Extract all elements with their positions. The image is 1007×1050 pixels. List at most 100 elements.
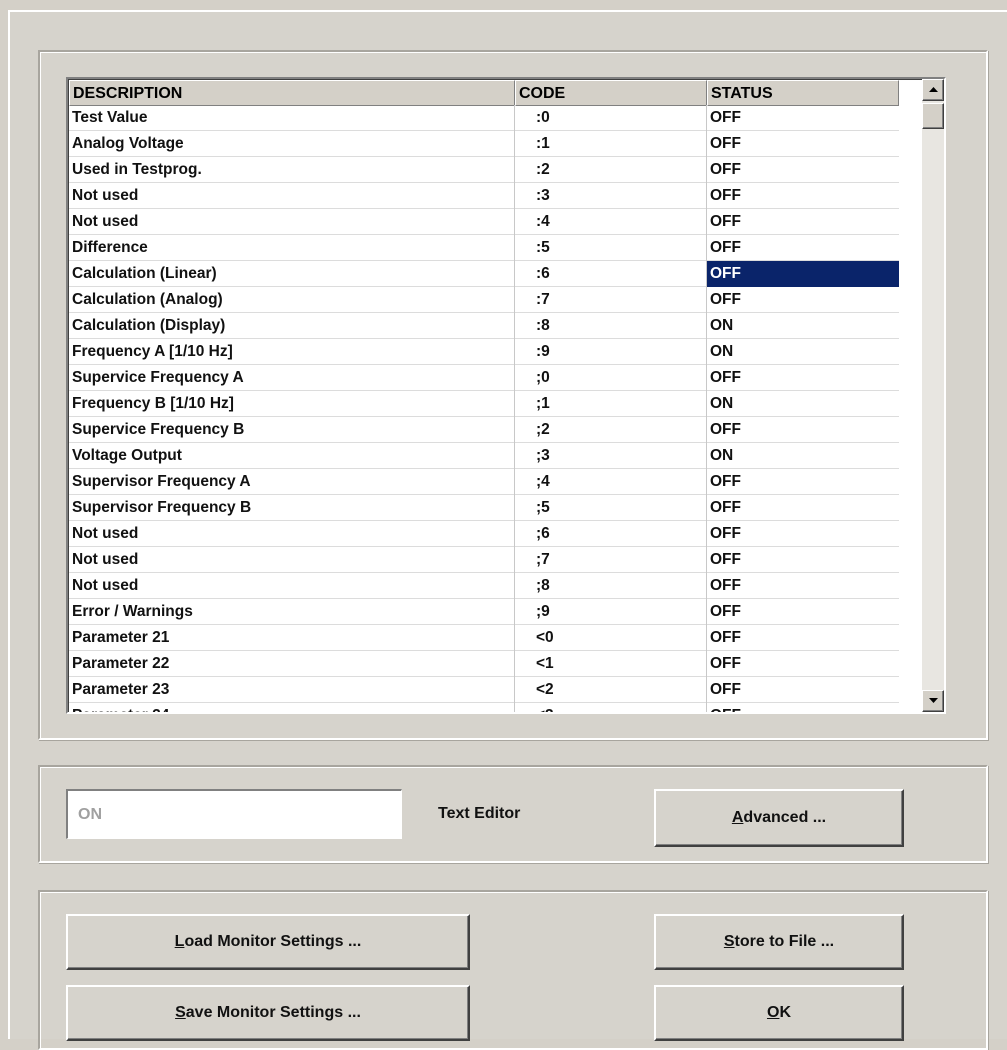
row-code-cell: <3 bbox=[515, 703, 707, 712]
list-row[interactable]: Parameter 23 <2 OFF bbox=[69, 677, 899, 703]
row-status-cell[interactable]: OFF bbox=[707, 547, 899, 573]
row-status-cell[interactable]: OFF bbox=[707, 417, 899, 443]
row-status-cell[interactable]: OFF bbox=[707, 495, 899, 521]
list-row[interactable]: Frequency B [1/10 Hz] ;1 ON bbox=[69, 391, 899, 417]
list-row[interactable]: Not used:3 OFF bbox=[69, 183, 899, 209]
row-status-cell[interactable]: OFF bbox=[707, 287, 899, 313]
column-header-description[interactable]: DESCRIPTION bbox=[69, 80, 515, 106]
save-monitor-settings-button[interactable]: Save Monitor Settings ... bbox=[66, 985, 470, 1041]
row-status-cell[interactable]: OFF bbox=[707, 521, 899, 547]
row-code-cell: <0 bbox=[515, 625, 707, 651]
row-status-cell[interactable]: OFF bbox=[707, 183, 899, 209]
list-row[interactable]: Not used ;8 OFF bbox=[69, 573, 899, 599]
row-status-cell[interactable]: OFF bbox=[707, 703, 899, 712]
row-description-cell: Error / Warnings bbox=[69, 599, 515, 625]
list-row[interactable]: Used in Testprog.:2 OFF bbox=[69, 157, 899, 183]
row-description-cell: Supervisor Frequency B bbox=[69, 495, 515, 521]
column-header-code[interactable]: CODE bbox=[515, 80, 707, 106]
row-description-cell: Test Value bbox=[69, 105, 515, 131]
row-code-cell: ;3 bbox=[515, 443, 707, 469]
list-row[interactable]: Not used ;6 OFF bbox=[69, 521, 899, 547]
row-status-cell[interactable]: OFF bbox=[707, 599, 899, 625]
row-code-cell: :4 bbox=[515, 209, 707, 235]
save-button-accel: S bbox=[175, 1004, 186, 1021]
list-row[interactable]: Error / Warnings ;9 OFF bbox=[69, 599, 899, 625]
list-row[interactable]: Supervisor Frequency B ;5 OFF bbox=[69, 495, 899, 521]
list-row[interactable]: Calculation (Display):8 ON bbox=[69, 313, 899, 339]
row-status-cell[interactable]: ON bbox=[707, 391, 899, 417]
row-description-cell: Analog Voltage bbox=[69, 131, 515, 157]
list-row[interactable]: Parameter 24<3OFF bbox=[69, 703, 899, 712]
scroll-up-arrow-icon bbox=[929, 87, 938, 92]
row-status-cell[interactable]: ON bbox=[707, 339, 899, 365]
row-code-cell: :0 bbox=[515, 105, 707, 131]
row-status-cell[interactable]: OFF bbox=[707, 261, 899, 287]
row-description-cell: Parameter 23 bbox=[69, 677, 515, 703]
row-code-cell: ;5 bbox=[515, 495, 707, 521]
row-code-cell: ;7 bbox=[515, 547, 707, 573]
list-row[interactable]: Test Value:0 OFF bbox=[69, 105, 899, 131]
row-description-cell: Difference bbox=[69, 235, 515, 261]
advanced-button-accel: A bbox=[731, 809, 744, 826]
ok-button[interactable]: OK bbox=[654, 985, 904, 1041]
list-row[interactable]: Difference:5 OFF bbox=[69, 235, 899, 261]
column-header-status[interactable]: STATUS bbox=[707, 80, 899, 106]
list-row[interactable]: Frequency A [1/10 Hz]:9 ON bbox=[69, 339, 899, 365]
row-description-cell: Supervice Frequency B bbox=[69, 417, 515, 443]
row-description-cell: Not used bbox=[69, 573, 515, 599]
row-code-cell: <1 bbox=[515, 651, 707, 677]
list-row[interactable]: Parameter 21 <0 OFF bbox=[69, 625, 899, 651]
row-code-cell: :6 bbox=[515, 261, 707, 287]
row-status-cell[interactable]: OFF bbox=[707, 235, 899, 261]
advanced-button-label: dvanced ... bbox=[743, 809, 827, 826]
row-code-cell: ;2 bbox=[515, 417, 707, 443]
row-code-cell: ;6 bbox=[515, 521, 707, 547]
row-code-cell: <2 bbox=[515, 677, 707, 703]
list-row[interactable]: Calculation (Analog):7 OFF bbox=[69, 287, 899, 313]
row-status-cell[interactable]: OFF bbox=[707, 105, 899, 131]
row-status-cell[interactable]: OFF bbox=[707, 131, 899, 157]
row-code-cell: :5 bbox=[515, 235, 707, 261]
list-row[interactable]: Analog Voltage:1 OFF bbox=[69, 131, 899, 157]
scrollbar-thumb[interactable] bbox=[922, 103, 944, 129]
row-status-cell[interactable]: OFF bbox=[707, 677, 899, 703]
load-monitor-settings-button[interactable]: Load Monitor Settings ... bbox=[66, 914, 470, 970]
scroll-up-button[interactable] bbox=[922, 79, 944, 101]
row-description-cell: Supervice Frequency A bbox=[69, 365, 515, 391]
row-description-cell: Frequency A [1/10 Hz] bbox=[69, 339, 515, 365]
row-description-cell: Not used bbox=[69, 209, 515, 235]
load-button-label: oad Monitor Settings ... bbox=[184, 933, 362, 950]
row-status-cell[interactable]: ON bbox=[707, 443, 899, 469]
row-code-cell: ;8 bbox=[515, 573, 707, 599]
row-description-cell: Not used bbox=[69, 521, 515, 547]
row-status-cell[interactable]: OFF bbox=[707, 651, 899, 677]
vertical-scrollbar[interactable] bbox=[922, 79, 944, 712]
row-code-cell: :1 bbox=[515, 131, 707, 157]
row-description-cell: Calculation (Linear) bbox=[69, 261, 515, 287]
store-to-file-button[interactable]: Store to File ... bbox=[654, 914, 904, 970]
list-row[interactable]: Voltage Output ;3 ON bbox=[69, 443, 899, 469]
row-code-cell: ;1 bbox=[515, 391, 707, 417]
row-status-cell[interactable]: OFF bbox=[707, 209, 899, 235]
row-status-cell[interactable]: OFF bbox=[707, 365, 899, 391]
advanced-button[interactable]: Advanced ... bbox=[654, 789, 904, 847]
row-status-cell[interactable]: OFF bbox=[707, 625, 899, 651]
parameter-list-view[interactable]: DESCRIPTION CODE STATUS Test Value:0 OFF A… bbox=[66, 77, 946, 714]
row-status-cell[interactable]: OFF bbox=[707, 157, 899, 183]
list-row[interactable]: Supervisor Frequency A ;4 OFF bbox=[69, 469, 899, 495]
row-description-cell: Parameter 22 bbox=[69, 651, 515, 677]
list-row[interactable]: Supervice Frequency B ;2 OFF bbox=[69, 417, 899, 443]
list-row[interactable]: Calculation (Linear):6 OFF bbox=[69, 261, 899, 287]
value-text-input[interactable] bbox=[66, 789, 402, 839]
list-row[interactable]: Not used:4 OFF bbox=[69, 209, 899, 235]
row-description-cell: Voltage Output bbox=[69, 443, 515, 469]
row-status-cell[interactable]: OFF bbox=[707, 469, 899, 495]
row-status-cell[interactable]: ON bbox=[707, 313, 899, 339]
ok-button-label: K bbox=[779, 1004, 791, 1021]
list-row[interactable]: Supervice Frequency A ;0 OFF bbox=[69, 365, 899, 391]
list-row[interactable]: Not used ;7 OFF bbox=[69, 547, 899, 573]
list-row[interactable]: Parameter 22 <1 OFF bbox=[69, 651, 899, 677]
row-status-cell[interactable]: OFF bbox=[707, 573, 899, 599]
scroll-down-button[interactable] bbox=[922, 690, 944, 712]
row-description-cell: Calculation (Analog) bbox=[69, 287, 515, 313]
